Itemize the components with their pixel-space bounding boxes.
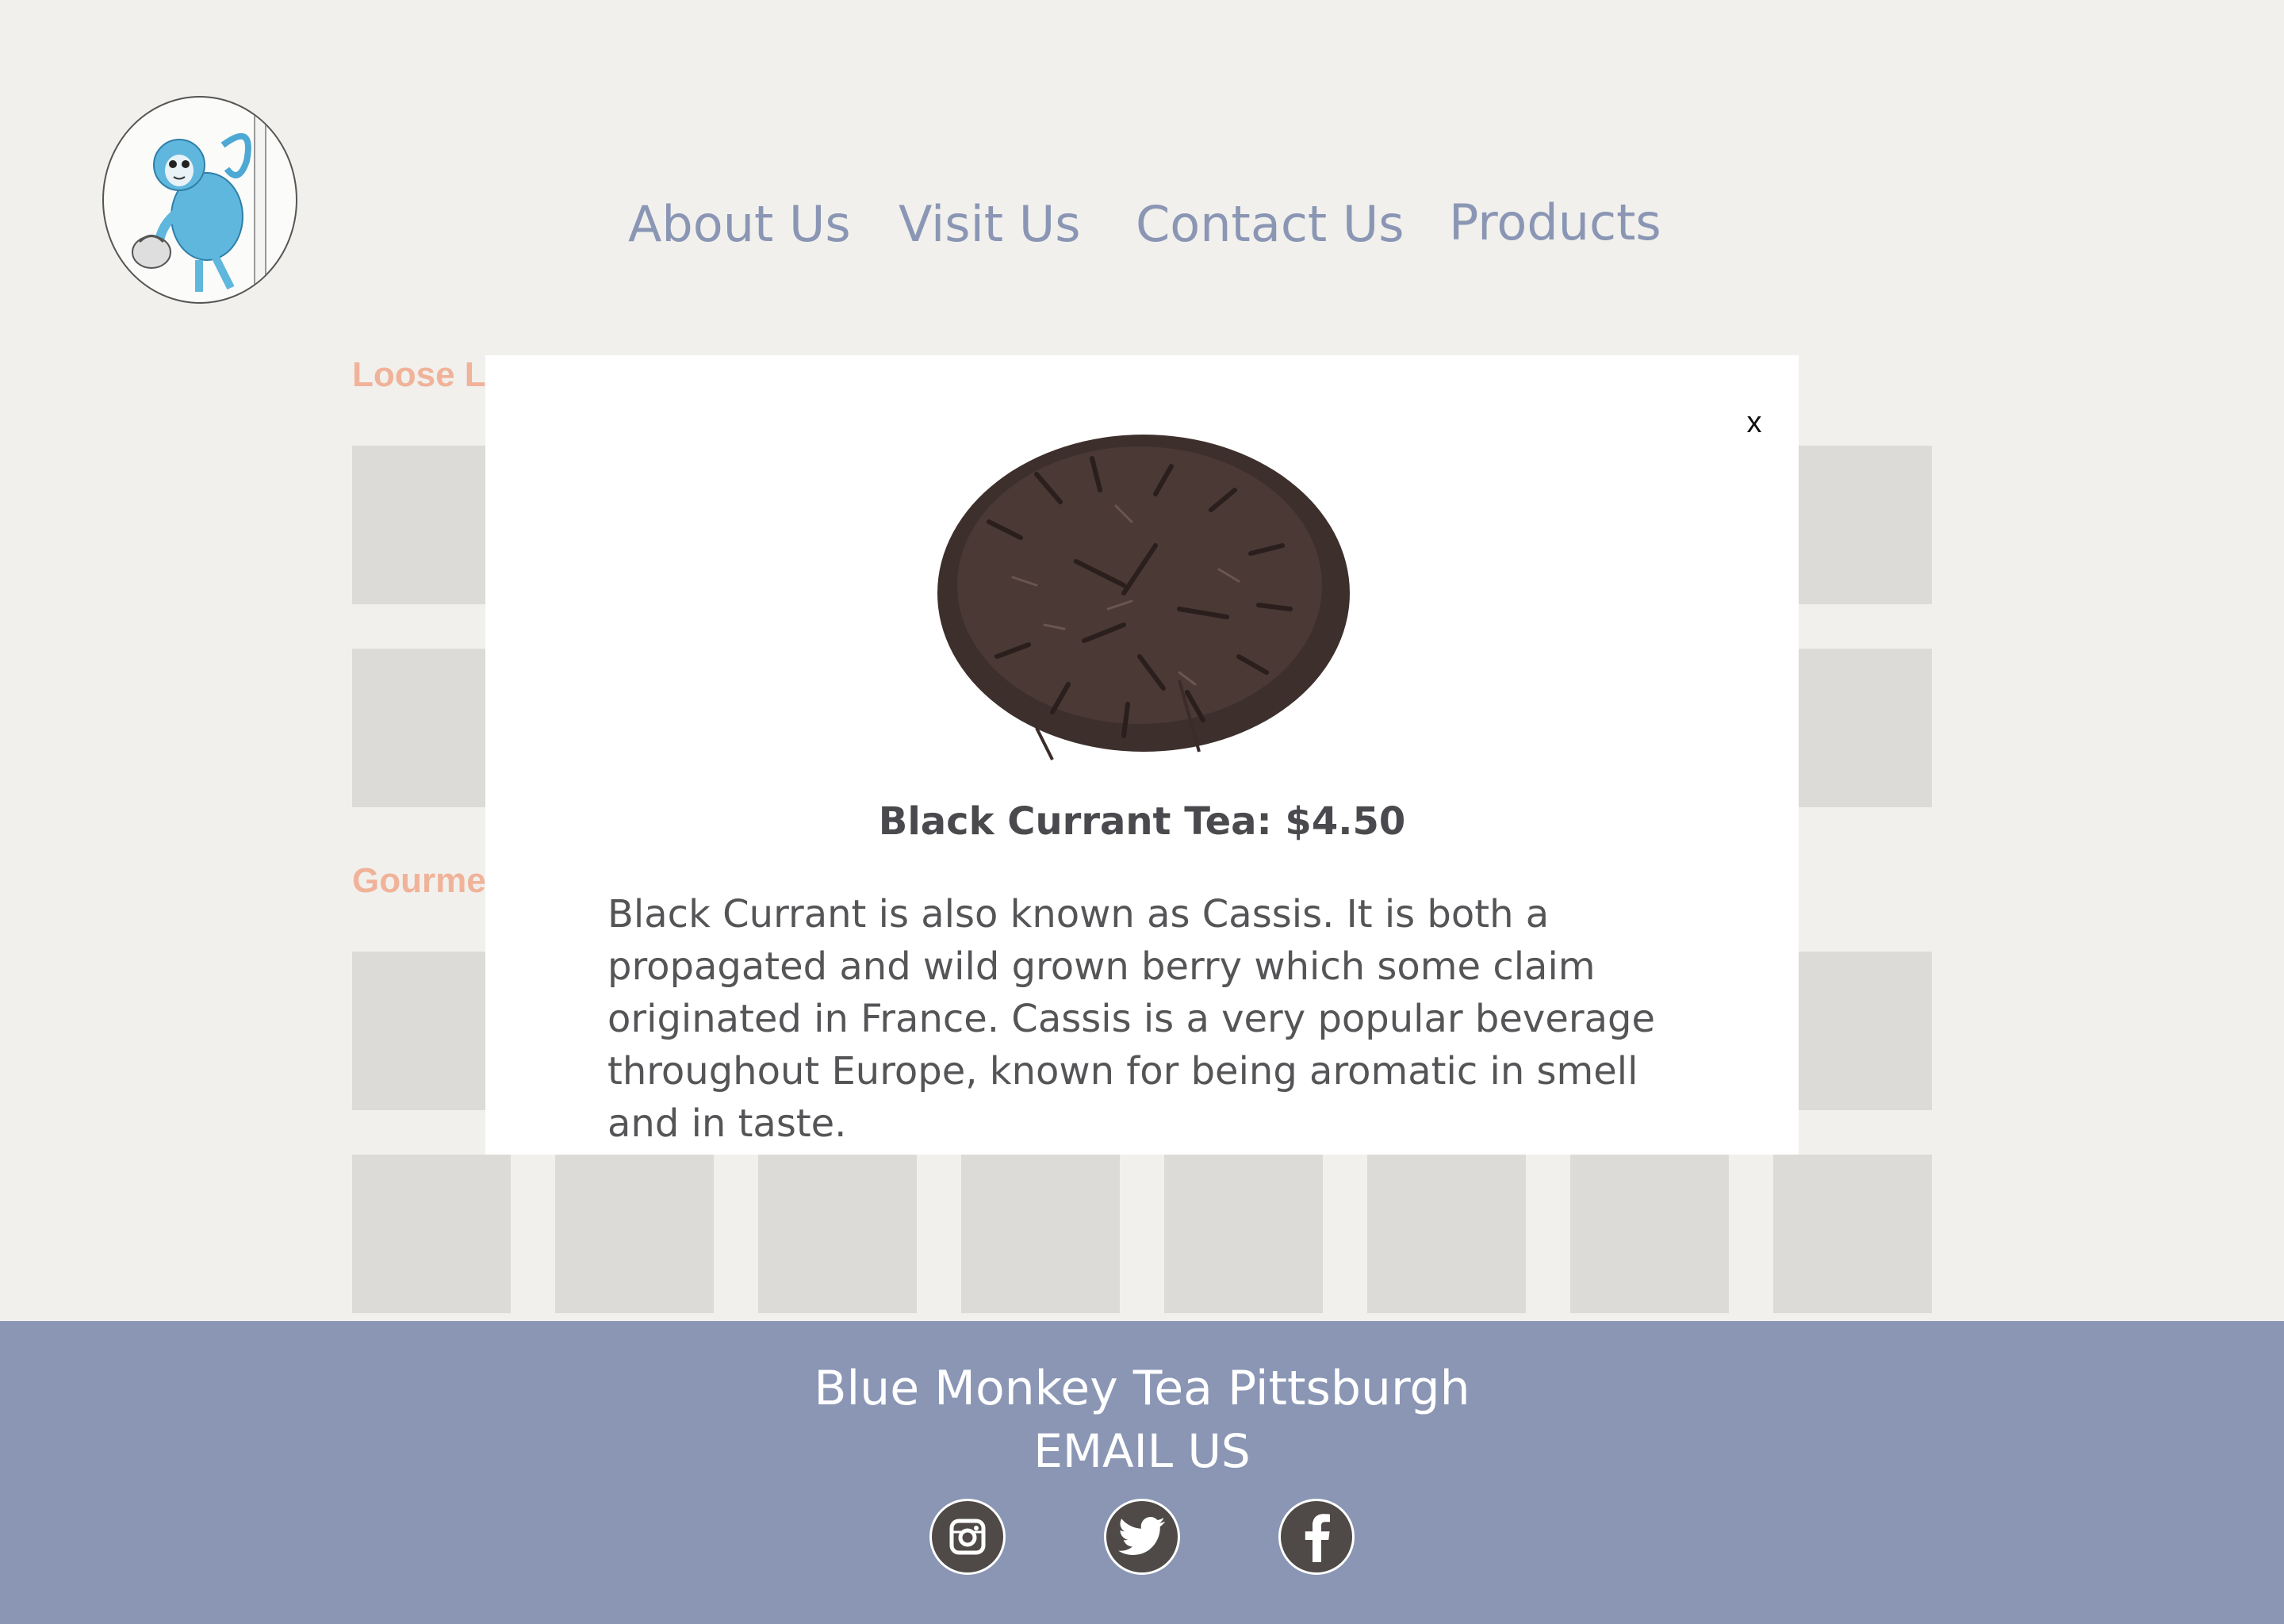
monkey-logo-image (132, 113, 266, 297)
nav-contact-us[interactable]: Contact Us (1136, 193, 1405, 256)
footer: Blue Monkey Tea Pittsburgh EMAIL US (0, 1321, 2284, 1624)
footer-title: Blue Monkey Tea Pittsburgh (814, 1361, 1470, 1416)
instagram-icon (949, 1519, 986, 1555)
nav-products[interactable]: Products (1449, 191, 1661, 255)
instagram-link[interactable] (929, 1499, 1006, 1575)
nav-about-us[interactable]: About Us (628, 193, 851, 256)
facebook-icon (1305, 1514, 1330, 1562)
product-tile[interactable] (1773, 1155, 1932, 1313)
product-tile[interactable] (1164, 1155, 1323, 1313)
product-tile[interactable] (1570, 1155, 1729, 1313)
facebook-link[interactable] (1278, 1499, 1355, 1575)
product-tile[interactable] (758, 1155, 917, 1313)
tea-leaves-image (937, 435, 1350, 760)
email-us-link[interactable]: EMAIL US (0, 1424, 2284, 1478)
close-button[interactable]: x (1734, 403, 1774, 442)
product-title: Black Currant Tea: $4.50 (878, 799, 1406, 844)
nav-visit-us[interactable]: Visit Us (899, 193, 1081, 256)
product-tile[interactable] (1367, 1155, 1526, 1313)
logo[interactable] (102, 96, 297, 304)
twitter-icon (1118, 1517, 1165, 1555)
product-tile[interactable] (352, 1155, 511, 1313)
section-title-loose-leaf: Loose L (352, 355, 486, 394)
product-tile[interactable] (555, 1155, 714, 1313)
product-tile[interactable] (961, 1155, 1120, 1313)
twitter-link[interactable] (1104, 1499, 1180, 1575)
product-modal: x Black Currant Tea: $4.50 Black Currant… (485, 355, 1799, 1155)
product-description: Black Currant is also known as Cassis. I… (607, 892, 1656, 1146)
section-title-gourmet: Gourme (352, 861, 486, 900)
